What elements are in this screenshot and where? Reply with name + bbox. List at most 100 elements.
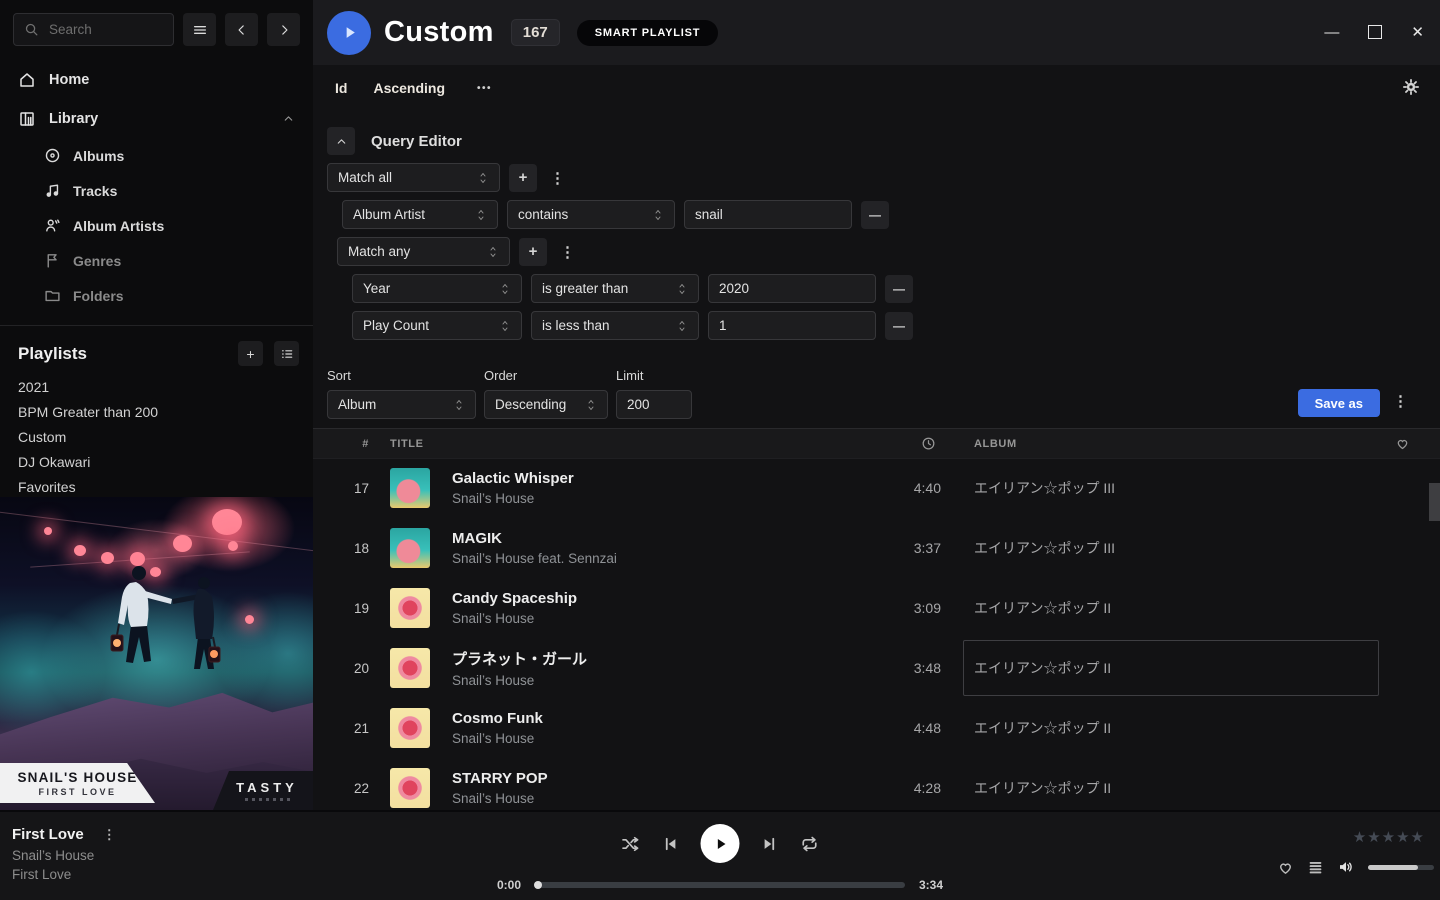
track-album-focused-cell[interactable]: エイリアン☆ポップ II	[963, 640, 1379, 696]
track-art-thumbnail	[390, 588, 430, 628]
group-kebab-menu[interactable]: ⋮	[546, 169, 569, 187]
duration-column-clock-icon[interactable]	[921, 429, 936, 458]
favorite-heart-button[interactable]	[1277, 859, 1294, 876]
nav-back-button[interactable]	[225, 13, 258, 46]
sort-select[interactable]: Album	[327, 390, 476, 419]
table-row[interactable]: 19 Candy Spaceship Snail’s House 3:09 エイ…	[313, 578, 1440, 638]
collapse-query-editor-button[interactable]	[327, 127, 355, 155]
save-as-button[interactable]: Save as	[1298, 389, 1380, 417]
queue-button[interactable]	[1307, 859, 1324, 876]
track-album[interactable]: エイリアン☆ポップ II	[963, 760, 1379, 810]
group-kebab-menu[interactable]: ⋮	[556, 243, 579, 261]
sidebar-item-genres[interactable]: Genres	[0, 243, 313, 278]
play-icon	[712, 836, 728, 852]
previous-track-button[interactable]	[662, 835, 680, 853]
repeat-button[interactable]	[800, 834, 820, 854]
nav-forward-button[interactable]	[267, 13, 300, 46]
shuffle-button[interactable]	[621, 834, 641, 854]
close-button[interactable]: ✕	[1411, 25, 1424, 40]
limit-input[interactable]	[616, 390, 692, 419]
table-row[interactable]: 17 Galactic Whisper Snail’s House 4:40 エ…	[313, 458, 1440, 518]
playlists-heading: Playlists	[18, 344, 227, 364]
playlist-item[interactable]: DJ Okawari	[18, 450, 295, 475]
track-album[interactable]: エイリアン☆ポップ II	[963, 700, 1379, 756]
volume-slider[interactable]	[1368, 865, 1434, 870]
home-icon	[18, 71, 36, 89]
column-index[interactable]: #	[313, 429, 369, 458]
save-kebab-menu[interactable]: ⋮	[1389, 392, 1412, 410]
rule-value-input[interactable]	[684, 200, 852, 229]
order-select[interactable]: Descending	[484, 390, 608, 419]
match-select[interactable]: Match any	[337, 237, 510, 266]
star-icon[interactable]: ★	[1367, 830, 1380, 845]
column-album[interactable]: ALBUM	[974, 429, 1017, 458]
star-icon[interactable]: ★	[1382, 830, 1395, 845]
library-icon	[18, 110, 36, 128]
table-row[interactable]: 18 MAGIK Snail’s House feat. Sennzai 3:3…	[313, 518, 1440, 578]
select-value: Year	[363, 281, 390, 296]
table-row[interactable]: 22 STARRY POP Snail’s House 4:28 エイリアン☆ポ…	[313, 758, 1440, 810]
track-album[interactable]: エイリアン☆ポップ III	[963, 460, 1379, 516]
rule-operator-select[interactable]: contains	[507, 200, 675, 229]
star-icon[interactable]: ★	[1411, 830, 1424, 845]
rule-operator-select[interactable]: is less than	[531, 311, 699, 340]
favorite-column-heart-icon[interactable]	[1395, 429, 1410, 458]
rule-field-select[interactable]: Year	[352, 274, 522, 303]
track-duration: 3:48	[853, 660, 941, 676]
playlist-item[interactable]: 2021	[18, 375, 295, 400]
sidebar-item-home[interactable]: Home	[0, 60, 313, 99]
table-row[interactable]: 20 プラネット・ガール Snail’s House 3:48 エイリアン☆ポッ…	[313, 638, 1440, 698]
chevron-up-icon[interactable]	[282, 112, 295, 125]
maximize-button[interactable]	[1368, 25, 1382, 39]
play-pause-button[interactable]	[701, 824, 740, 863]
sidebar-item-label: Genres	[73, 253, 121, 269]
now-playing-album-art[interactable]: SNAIL'S HOUSE FIRST LOVE TASTY	[0, 497, 313, 810]
rule-operator-select[interactable]: is greater than	[531, 274, 699, 303]
sidebar-item-albums[interactable]: Albums	[0, 138, 313, 173]
match-select[interactable]: Match all	[327, 163, 500, 192]
track-album[interactable]: エイリアン☆ポップ II	[963, 580, 1379, 636]
manage-playlists-button[interactable]	[274, 341, 299, 366]
search-input[interactable]	[47, 21, 163, 38]
select-value: Descending	[495, 397, 566, 412]
search-box[interactable]	[13, 13, 174, 46]
album-title-text: FIRST LOVE	[38, 787, 116, 797]
sort-field-button[interactable]: Id	[335, 80, 347, 96]
playlist-item[interactable]: Custom	[18, 425, 295, 450]
volume-icon[interactable]	[1337, 858, 1355, 876]
more-options-button[interactable]: •••	[477, 83, 492, 94]
remove-rule-button[interactable]: —	[885, 275, 913, 303]
sidebar-item-tracks[interactable]: Tracks	[0, 173, 313, 208]
menu-button[interactable]	[183, 13, 216, 46]
track-number: 21	[313, 698, 369, 758]
add-rule-button[interactable]: +	[519, 238, 547, 266]
minimize-button[interactable]: —	[1324, 25, 1339, 40]
scrollbar-thumb[interactable]	[1429, 483, 1440, 521]
star-icon[interactable]: ★	[1396, 830, 1409, 845]
rule-value-input[interactable]	[708, 311, 876, 340]
next-track-button[interactable]	[761, 835, 779, 853]
gear-icon[interactable]	[1402, 78, 1420, 96]
table-row[interactable]: 21 Cosmo Funk Snail’s House 4:48 エイリアン☆ポ…	[313, 698, 1440, 758]
star-icon[interactable]: ★	[1353, 830, 1366, 845]
now-playing-kebab-menu[interactable]: ⋮	[99, 827, 120, 843]
sidebar-item-folders[interactable]: Folders	[0, 278, 313, 313]
track-album[interactable]: エイリアン☆ポップ III	[963, 520, 1379, 576]
add-rule-button[interactable]: +	[509, 164, 537, 192]
sort-direction-button[interactable]: Ascending	[373, 80, 445, 96]
sidebar-item-library[interactable]: Library	[0, 99, 313, 138]
progress-thumb[interactable]	[534, 881, 542, 889]
add-playlist-button[interactable]: +	[238, 341, 263, 366]
playlist-item[interactable]: BPM Greater than 200	[18, 400, 295, 425]
play-playlist-button[interactable]	[327, 11, 371, 55]
column-title[interactable]: TITLE	[390, 429, 424, 458]
track-artist: Snail’s House	[452, 673, 587, 688]
progress-slider[interactable]	[535, 882, 905, 888]
sidebar-item-album-artists[interactable]: Album Artists	[0, 208, 313, 243]
remove-rule-button[interactable]: —	[861, 201, 889, 229]
rule-value-input[interactable]	[708, 274, 876, 303]
remove-rule-button[interactable]: —	[885, 312, 913, 340]
rule-field-select[interactable]: Play Count	[352, 311, 522, 340]
rule-field-select[interactable]: Album Artist	[342, 200, 498, 229]
track-artist: Snail’s House	[452, 791, 548, 806]
